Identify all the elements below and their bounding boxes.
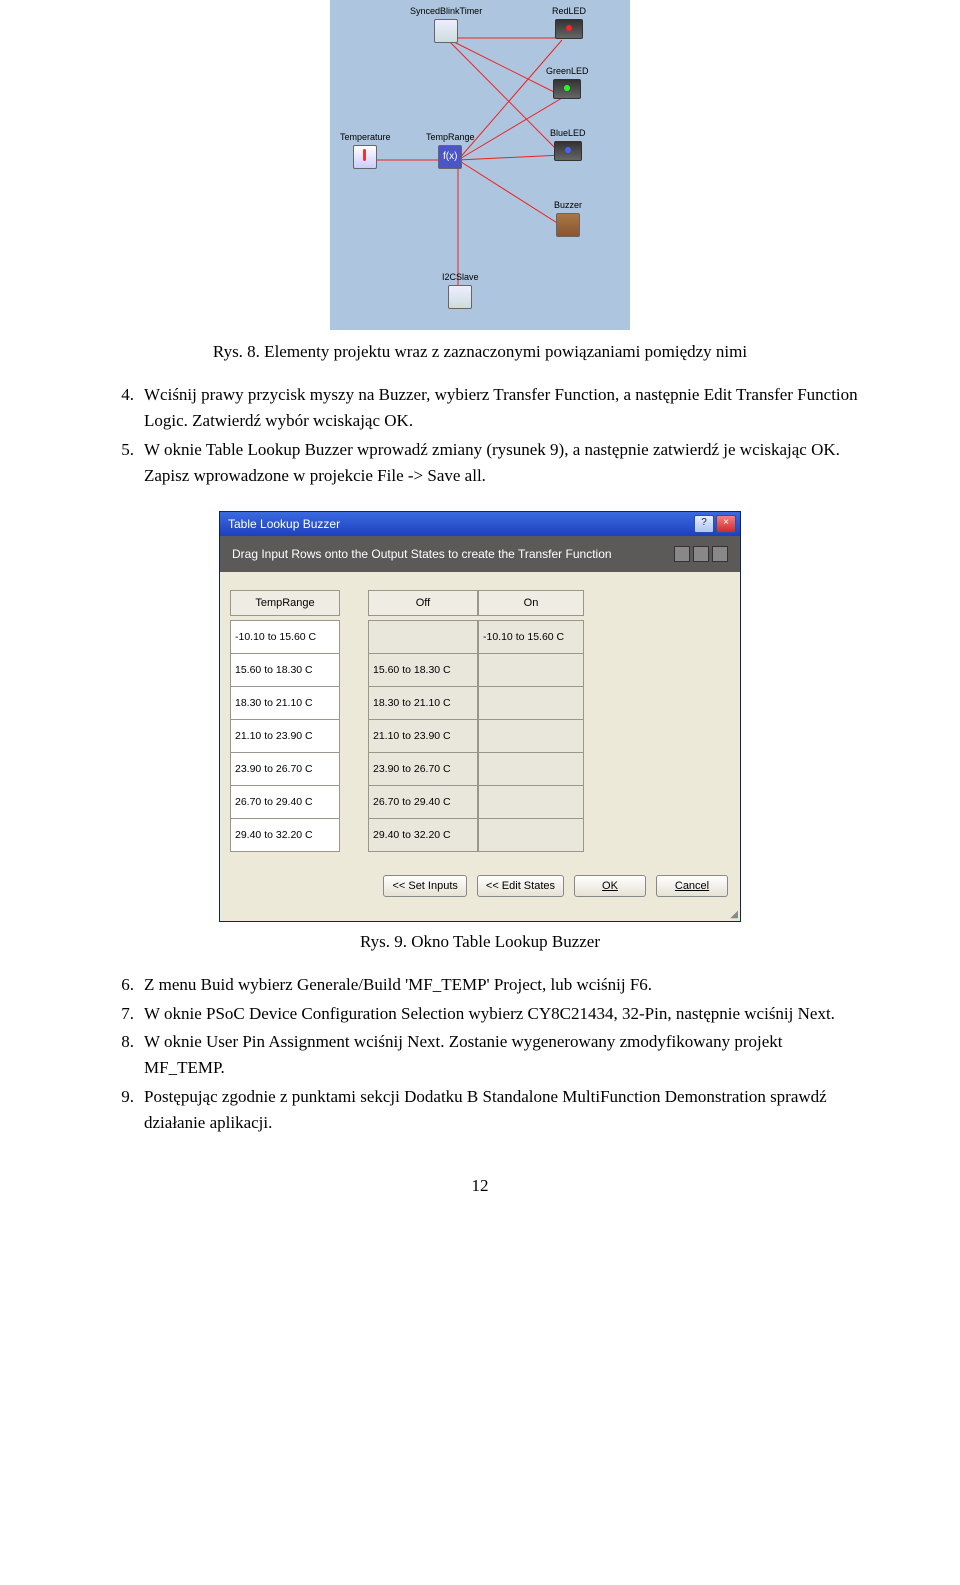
node-syncedblinktimer: SyncedBlinkTimer — [410, 6, 482, 43]
help-button[interactable]: ? — [694, 515, 714, 533]
col-header: On — [478, 590, 584, 616]
col-header: TempRange — [230, 590, 340, 616]
page-number: 12 — [100, 1176, 860, 1196]
col-header: Off — [368, 590, 478, 616]
list-item: 7.W oknie PSoC Device Configuration Sele… — [100, 1001, 860, 1027]
table-cell[interactable] — [478, 686, 584, 720]
node-blueled: BlueLED — [550, 128, 586, 161]
node-temprange: TempRange f(x) — [426, 132, 475, 169]
steps-a: 4.Wciśnij prawy przycisk myszy na Buzzer… — [100, 382, 860, 489]
list-item: 5.W oknie Table Lookup Buzzer wprowadź z… — [100, 437, 860, 490]
list-item: 4.Wciśnij prawy przycisk myszy na Buzzer… — [100, 382, 860, 435]
table-cell: 26.70 to 29.40 C — [230, 785, 340, 819]
ok-button[interactable]: OK — [574, 875, 646, 897]
list-item: 8.W oknie User Pin Assignment wciśnij Ne… — [100, 1029, 860, 1082]
resize-grip[interactable]: ◢ — [220, 911, 740, 921]
table-lookup-dialog: Table Lookup Buzzer ? × Drag Input Rows … — [219, 511, 741, 922]
node-buzzer: Buzzer — [554, 200, 582, 237]
table-cell[interactable] — [478, 752, 584, 786]
table-cell: 23.90 to 26.70 C — [230, 752, 340, 786]
list-item: 9.Postępując zgodnie z punktami sekcji D… — [100, 1084, 860, 1137]
edit-states-button[interactable]: << Edit States — [477, 875, 564, 897]
table-cell[interactable] — [478, 818, 584, 852]
node-temperature: Temperature — [340, 132, 391, 169]
col-temprange: TempRange -10.10 to 15.60 C15.60 to 18.3… — [230, 590, 340, 851]
table-cell[interactable] — [368, 620, 478, 654]
table-cell[interactable] — [478, 785, 584, 819]
mini-icon — [712, 546, 728, 562]
table-cell: -10.10 to 15.60 C — [230, 620, 340, 654]
table-cell[interactable]: -10.10 to 15.60 C — [478, 620, 584, 654]
table-cell[interactable] — [478, 653, 584, 687]
close-button[interactable]: × — [716, 515, 736, 533]
node-i2cslave: I2CSlave — [442, 272, 479, 309]
dialog-title: Table Lookup Buzzer — [228, 517, 340, 531]
node-greenled: GreenLED — [546, 66, 589, 99]
node-redled: RedLED — [552, 6, 586, 39]
table-cell[interactable]: 23.90 to 26.70 C — [368, 752, 478, 786]
dialog-titlebar: Table Lookup Buzzer ? × — [220, 512, 740, 536]
col-off: Off 15.60 to 18.30 C18.30 to 21.10 C21.1… — [368, 590, 478, 851]
table-cell: 15.60 to 18.30 C — [230, 653, 340, 687]
figure9-caption: Rys. 9. Okno Table Lookup Buzzer — [100, 932, 860, 952]
table-cell: 29.40 to 32.20 C — [230, 818, 340, 852]
mini-icon — [674, 546, 690, 562]
figure8-caption: Rys. 8. Elementy projektu wraz z zaznacz… — [100, 342, 860, 362]
col-on: On -10.10 to 15.60 C — [478, 590, 584, 851]
cancel-button[interactable]: Cancel — [656, 875, 728, 897]
table-cell[interactable]: 18.30 to 21.10 C — [368, 686, 478, 720]
mini-icon — [693, 546, 709, 562]
table-cell[interactable]: 26.70 to 29.40 C — [368, 785, 478, 819]
table-cell: 21.10 to 23.90 C — [230, 719, 340, 753]
table-cell[interactable]: 21.10 to 23.90 C — [368, 719, 478, 753]
steps-b: 6.Z menu Buid wybierz Generale/Build 'MF… — [100, 972, 860, 1136]
table-cell: 18.30 to 21.10 C — [230, 686, 340, 720]
project-diagram: SyncedBlinkTimer RedLED GreenLED Tempera… — [330, 0, 630, 330]
set-inputs-button[interactable]: << Set Inputs — [383, 875, 466, 897]
table-cell[interactable]: 29.40 to 32.20 C — [368, 818, 478, 852]
list-item: 6.Z menu Buid wybierz Generale/Build 'MF… — [100, 972, 860, 998]
dialog-instruction: Drag Input Rows onto the Output States t… — [220, 536, 740, 572]
table-cell[interactable]: 15.60 to 18.30 C — [368, 653, 478, 687]
table-cell[interactable] — [478, 719, 584, 753]
